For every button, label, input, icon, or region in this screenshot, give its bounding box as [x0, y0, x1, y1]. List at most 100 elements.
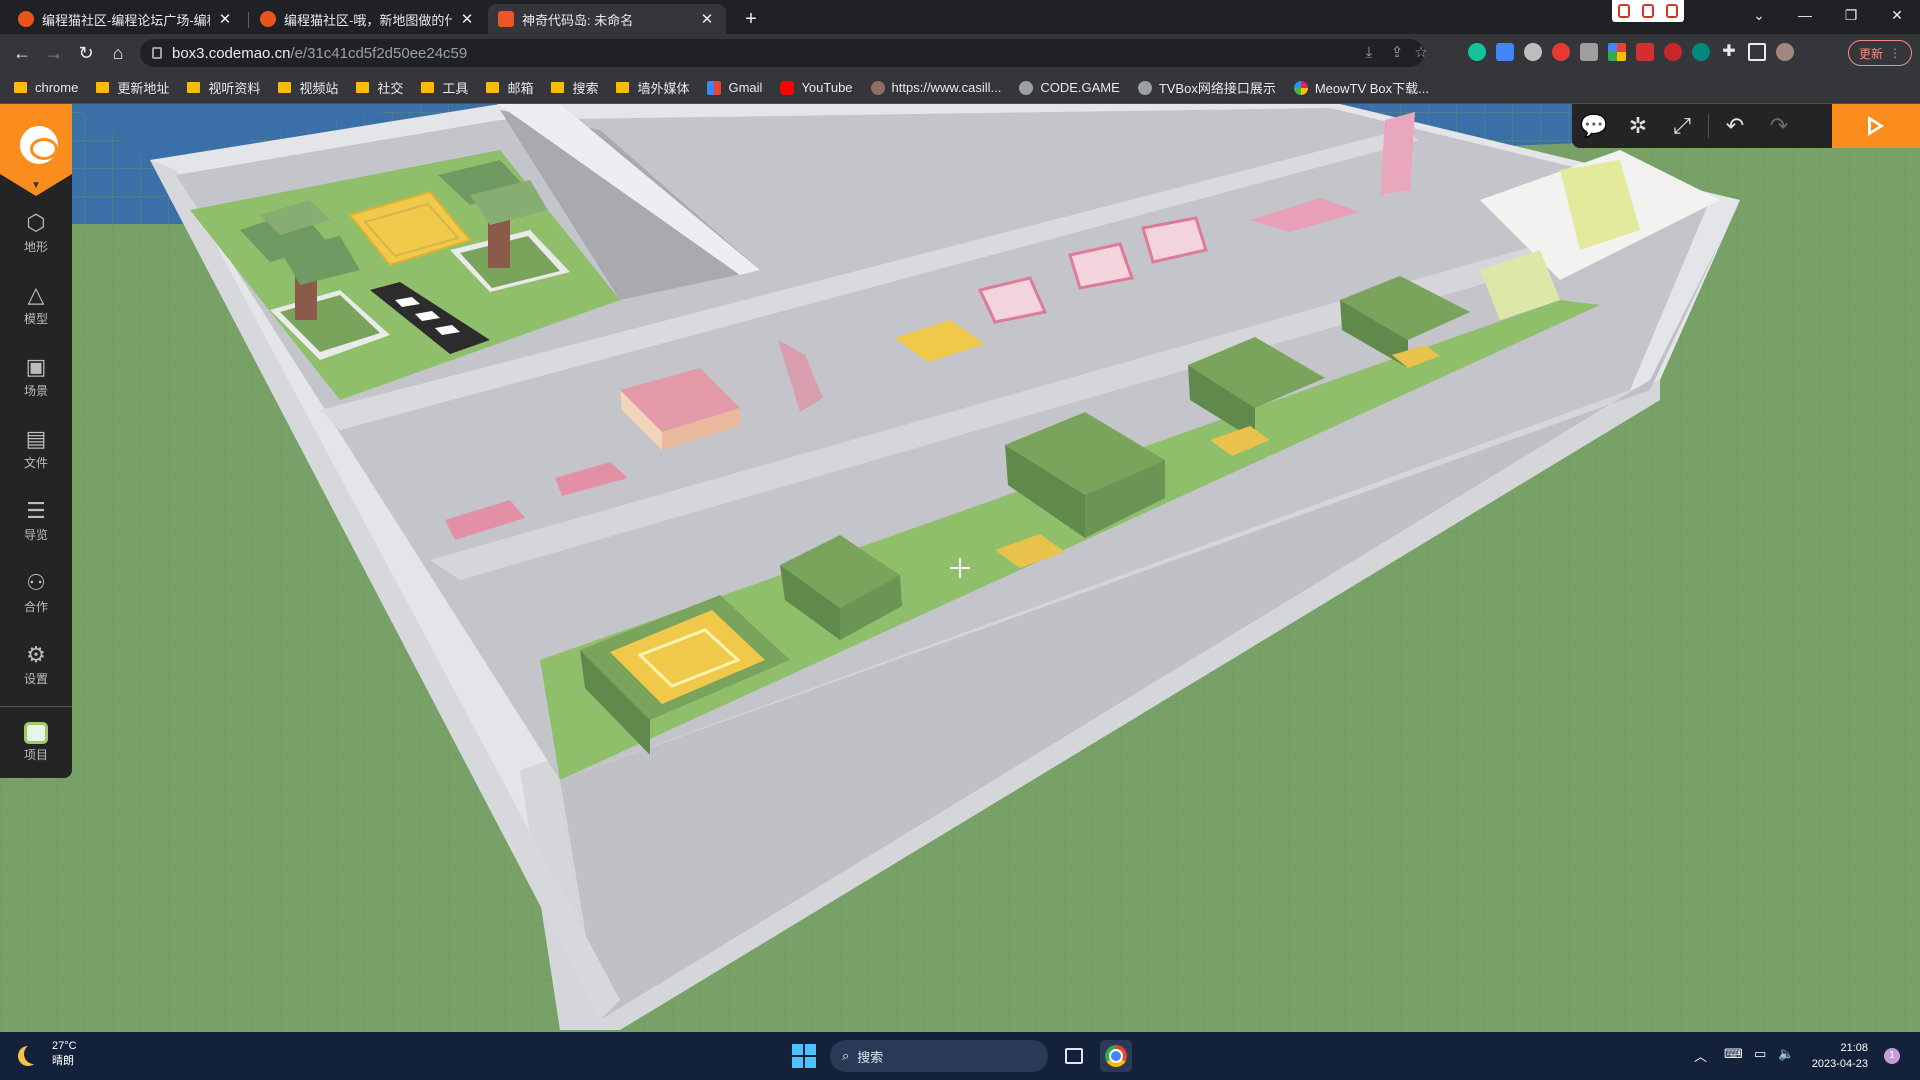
install-app-icon[interactable]: ⤓: [1356, 39, 1382, 67]
bookmark-gmail[interactable]: Gmail: [707, 80, 762, 95]
bookmark-tools[interactable]: 工具: [421, 78, 468, 97]
extension-icon[interactable]: [1692, 43, 1710, 61]
task-view-button[interactable]: [1058, 1040, 1090, 1072]
side-panel-icon[interactable]: [1748, 43, 1766, 61]
more-menu-icon: ⋮: [1889, 46, 1901, 60]
network-icon[interactable]: ▭: [1754, 1046, 1766, 1062]
update-chrome-button[interactable]: 更新 ⋮: [1848, 40, 1912, 66]
sidebar-item-files[interactable]: ▤ 文件: [0, 412, 72, 484]
sidebar-item-settings[interactable]: ⚙ 设置: [0, 628, 72, 700]
taskbar-chrome-app[interactable]: [1100, 1040, 1132, 1072]
forward-arrow-icon[interactable]: →: [42, 41, 66, 65]
grammarly-extension-icon[interactable]: [1468, 43, 1486, 61]
globe-icon: [1137, 80, 1152, 95]
editor-toolbar: 💬 ✲ ⤢ ↶ ↷: [1572, 104, 1832, 148]
extensions-area: ✚: [1468, 43, 1794, 61]
extension-icon[interactable]: [1524, 43, 1542, 61]
extension-icon[interactable]: [1664, 43, 1682, 61]
globe-icon: [1019, 80, 1034, 95]
close-window-button[interactable]: ✕: [1874, 0, 1920, 30]
extension-badge-icon[interactable]: [1636, 43, 1654, 61]
back-arrow-icon[interactable]: ←: [10, 41, 34, 65]
tab-search-chevron-icon[interactable]: ⌄: [1736, 0, 1782, 30]
close-icon[interactable]: ✕: [216, 10, 234, 28]
bookmark-code-game[interactable]: CODE.GAME: [1019, 80, 1120, 95]
sidebar-item-model[interactable]: △ 模型: [0, 268, 72, 340]
gmail-icon: [707, 80, 722, 95]
profile-avatar[interactable]: [1776, 43, 1794, 61]
chevron-up-icon[interactable]: ︿: [1694, 1046, 1707, 1065]
bookmark-av-materials[interactable]: 视听资料: [187, 78, 260, 97]
keyboard-icon[interactable]: ⌨: [1724, 1046, 1743, 1062]
box3-logo[interactable]: [0, 104, 72, 174]
bookmark-star-icon[interactable]: ☆: [1408, 39, 1434, 67]
bookmark-update-address[interactable]: 更新地址: [96, 78, 169, 97]
resize-icon[interactable]: ⤢: [1660, 104, 1704, 148]
sidebar-item-label: 项目: [23, 747, 48, 762]
bookmark-youtube[interactable]: YouTube: [780, 80, 853, 95]
undo-icon[interactable]: ↶: [1713, 104, 1757, 148]
restore-button[interactable]: ❐: [1828, 0, 1874, 30]
editor-3d-viewport[interactable]: [0, 104, 1920, 1032]
bookmark-social[interactable]: 社交: [356, 78, 403, 97]
sidebar-item-collaborate[interactable]: ⚇ 合作: [0, 556, 72, 628]
list-icon: ☰: [26, 497, 46, 523]
bookmark-tvbox[interactable]: TVBox网络接口展示: [1137, 78, 1276, 97]
volume-icon[interactable]: 🔈: [1778, 1046, 1794, 1062]
weather-widget[interactable]: 27°C 晴朗: [16, 1040, 77, 1068]
tab-box3-editor[interactable]: 神奇代码岛: 未命名 ✕: [488, 4, 726, 34]
browser-toolbar: ← → ↻ ⌂ box3.codemao.cn/e/31c41cd5f2d50e…: [0, 34, 1920, 72]
share-icon[interactable]: ⇪: [1384, 39, 1410, 67]
bookmark-search[interactable]: 搜索: [551, 78, 598, 97]
puzzle-extensions-icon[interactable]: ✚: [1720, 43, 1738, 61]
folder-icon: [356, 82, 370, 93]
codemao-favicon-icon: [18, 11, 34, 27]
bookmark-video-sites[interactable]: 视频站: [278, 78, 338, 97]
sidebar-item-project[interactable]: 项目: [0, 708, 72, 776]
notification-badge[interactable]: 1: [1884, 1048, 1900, 1064]
extension-icon[interactable]: [1608, 43, 1626, 61]
reload-icon[interactable]: ↻: [74, 41, 98, 65]
tab-community-post[interactable]: 编程猫社区-哦，新地图做的什么 ✕: [250, 4, 486, 34]
bookmark-foreign-media[interactable]: 墙外媒体: [616, 78, 689, 97]
clock-date: 2023-04-23: [1811, 1058, 1868, 1070]
start-button[interactable]: [792, 1044, 816, 1068]
run-button[interactable]: [1832, 104, 1920, 148]
bookmark-mail[interactable]: 邮箱: [486, 78, 533, 97]
pinned-extensions-strip: [1612, 0, 1684, 22]
close-icon[interactable]: ✕: [698, 10, 716, 28]
tab-community-forum[interactable]: 编程猫社区-编程论坛广场-编程猫 ✕: [8, 4, 244, 34]
close-icon[interactable]: ✕: [458, 10, 476, 28]
minimize-button[interactable]: —: [1782, 0, 1828, 30]
bookmark-chrome[interactable]: chrome: [14, 80, 78, 95]
bug-icon[interactable]: ✲: [1616, 104, 1660, 148]
weather-condition: 晴朗: [52, 1055, 74, 1067]
home-icon[interactable]: ⌂: [106, 41, 130, 65]
extension-icon[interactable]: [1580, 43, 1598, 61]
gear-icon: ⚙: [26, 641, 46, 667]
taskbar-search[interactable]: ⌕ 搜索: [830, 1040, 1048, 1072]
sidebar-item-terrain[interactable]: ⬡ 地形: [0, 196, 72, 268]
sidebar-item-scene[interactable]: ▣ 场景: [0, 340, 72, 412]
adblock-extension-icon[interactable]: [1552, 43, 1570, 61]
address-bar[interactable]: box3.codemao.cn/e/31c41cd5f2d50ee24c59 ⤓…: [140, 39, 1428, 67]
users-icon: ⚇: [26, 569, 46, 595]
redo-icon[interactable]: ↷: [1757, 104, 1801, 148]
bookmark-label: 视听资料: [208, 81, 261, 96]
editor-sidebar: ▼ ⬡ 地形 △ 模型 ▣ 场景 ▤ 文件 ☰ 导览 ⚇ 合作 ⚙ 设置 项目: [0, 104, 72, 778]
voxel-scene[interactable]: [0, 104, 1920, 1032]
bookmark-label: TVBox网络接口展示: [1158, 81, 1276, 96]
play-icon: [1868, 116, 1884, 136]
new-tab-button[interactable]: +: [738, 6, 764, 32]
system-clock[interactable]: 21:08 2023-04-23: [1808, 1040, 1868, 1072]
bookmark-casill[interactable]: https://www.casill...: [870, 80, 1001, 95]
bookmark-label: 社交: [377, 81, 404, 96]
project-icon: [24, 721, 48, 744]
sidebar-item-navigation[interactable]: ☰ 导览: [0, 484, 72, 556]
cube-icon: ⬡: [26, 209, 46, 235]
sidebar-item-label: 地形: [23, 239, 48, 254]
moon-icon: [24, 1044, 44, 1064]
translate-extension-icon[interactable]: [1496, 43, 1514, 61]
comment-icon[interactable]: 💬: [1572, 104, 1616, 148]
bookmark-meowtv[interactable]: MeowTV Box下载...: [1293, 78, 1429, 97]
